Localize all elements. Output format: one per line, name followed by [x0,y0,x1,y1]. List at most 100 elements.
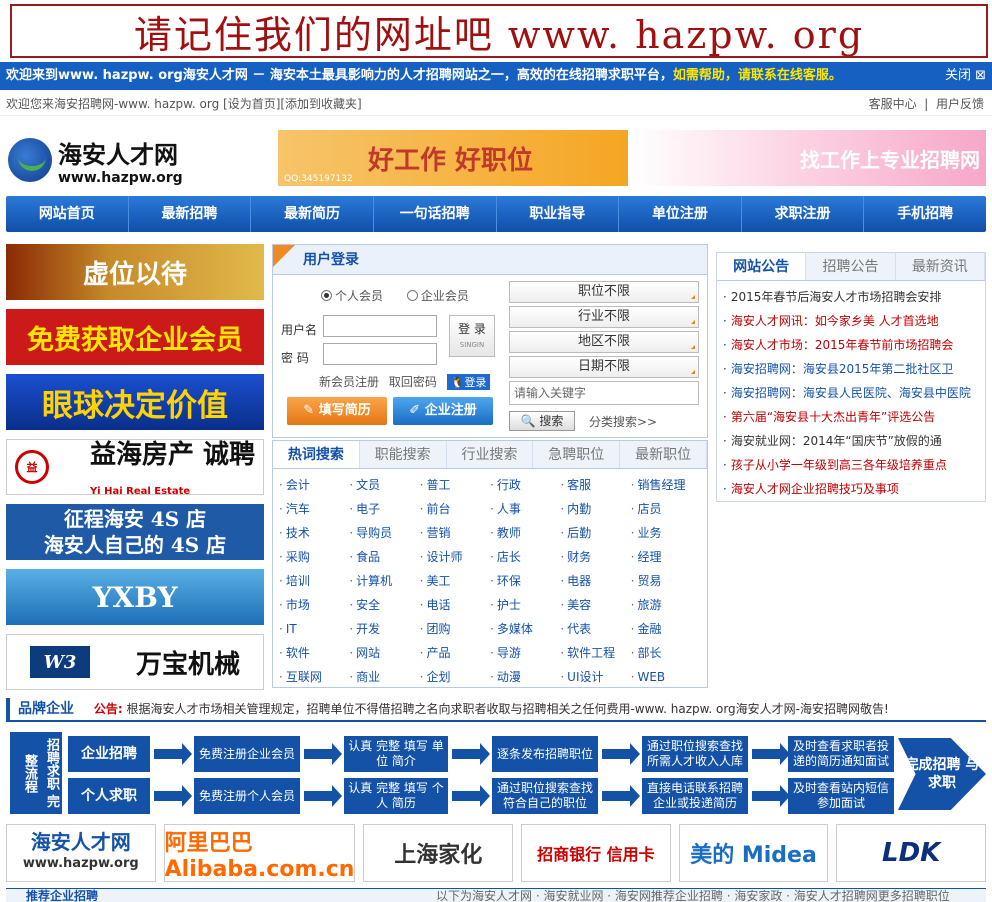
nav-item-seeker-reg[interactable]: 求职注册 [742,196,865,232]
keyword-input[interactable]: 请输入关键字 [509,381,699,405]
hotword-link[interactable]: 软件工程 [560,641,630,665]
hotword-link[interactable]: 设计师 [420,545,490,569]
hotword-link[interactable]: 软件 [279,641,349,665]
tab-latest-jobs[interactable]: 最新职位 [620,441,707,468]
nav-item-resumes[interactable]: 最新简历 [251,196,374,232]
ad-free-member[interactable]: 免费获取企业会员 [6,309,264,365]
hotword-link[interactable]: 计算机 [349,569,419,593]
notice-item[interactable]: 2015年春节后海安人才市场招聘会安排 [723,285,985,309]
hotword-link[interactable]: 店长 [490,545,560,569]
subbar-left[interactable]: 欢迎您来海安招聘网-www. hazpw. org [设为首页][添加到收藏夹] [6,97,362,111]
hotword-link[interactable]: 导游 [490,641,560,665]
hotword-link[interactable]: 金融 [631,617,701,641]
ad-4s[interactable]: 征程海安 4S 店 海安人自己的 4S 店 [6,504,264,560]
hotword-link[interactable]: 旅游 [631,593,701,617]
username-input[interactable] [323,315,437,337]
hotword-link[interactable]: 财务 [560,545,630,569]
qq-login-button[interactable]: 🐧登录 [446,374,491,390]
hotword-link[interactable]: 商业 [349,665,419,689]
notice-item[interactable]: 海安人才网企业招聘技巧及事项 [723,477,985,501]
tab-industry-search[interactable]: 行业搜索 [447,441,534,468]
ad-yxby[interactable]: YXBY [6,569,264,625]
logo-cmb[interactable]: 招商银行 信用卡 [521,824,671,882]
hotword-link[interactable]: 汽车 [279,497,349,521]
radio-company[interactable]: 企业会员 [406,289,479,303]
logo-ldk[interactable]: LDK [836,824,986,882]
password-input[interactable] [323,343,437,365]
search-button[interactable]: 🔍 搜索 [509,411,575,431]
hotword-link[interactable]: 销售经理 [631,473,701,497]
hotword-link[interactable]: 互联网 [279,665,349,689]
hotword-link[interactable]: 后勤 [560,521,630,545]
hotword-link[interactable]: 文员 [349,473,419,497]
ad-yihai[interactable]: 益 益海房产 诚聘 Yi Hai Real Estate [6,439,264,497]
notice-item[interactable]: 海安人才市场：2015年春节前市场招聘会 [723,333,985,357]
site-logo[interactable]: 海安人才网 www.hazpw.org [8,134,208,186]
recommend-links[interactable]: 以下为海安人才网 · 海安就业网 · 海安网推荐企业招聘 · 海安家政 · 海安… [436,889,950,902]
industry-select[interactable]: 行业不限 [509,306,699,328]
ad-wanbao[interactable]: W3 万宝机械 [6,634,264,690]
hotword-link[interactable]: 部长 [631,641,701,665]
logo-jahwa[interactable]: 上海家化 [363,824,514,882]
hotword-link[interactable]: 食品 [349,545,419,569]
hotword-link[interactable]: 内勤 [560,497,630,521]
hotword-link[interactable]: 采购 [279,545,349,569]
nav-item-guidance[interactable]: 职业指导 [497,196,620,232]
hotword-link[interactable]: 人事 [490,497,560,521]
tab-recruit-notice[interactable]: 招聘公告 [806,253,896,280]
notice-item[interactable]: 海安就业网：2014年“国庆节”放假的通 [723,429,985,453]
notice-item[interactable]: 海安人才网讯：如今家乡美 人才首选地 [723,309,985,333]
hotword-link[interactable]: 营销 [420,521,490,545]
date-select[interactable]: 日期不限 [509,356,699,378]
nav-item-oneline[interactable]: 一句话招聘 [374,196,497,232]
hotword-link[interactable]: 行政 [490,473,560,497]
login-button[interactable]: 登 录 SINGIN [449,315,495,357]
tab-hot-search[interactable]: 热词搜索 [273,441,360,468]
hotword-link[interactable]: 开发 [349,617,419,641]
position-select[interactable]: 职位不限 [509,281,699,303]
hotword-link[interactable]: 前台 [420,497,490,521]
hotword-link[interactable]: 电器 [560,569,630,593]
hotword-link[interactable]: 技术 [279,521,349,545]
hotword-link[interactable]: 导购员 [349,521,419,545]
hotword-link[interactable]: 美工 [420,569,490,593]
hotword-link[interactable]: 企划 [420,665,490,689]
tab-function-search[interactable]: 职能搜索 [360,441,447,468]
top-banner[interactable]: 请记住我们的网址吧 www. hazpw. org [10,4,988,58]
register-link[interactable]: 新会员注册 [319,375,379,389]
hotword-link[interactable]: 教师 [490,521,560,545]
hotword-link[interactable]: 电子 [349,497,419,521]
feedback-link[interactable]: 用户反馈 [936,97,984,111]
radio-person[interactable]: 个人会员 [321,289,393,303]
hotword-link[interactable]: 培训 [279,569,349,593]
hotword-link[interactable]: 贸易 [631,569,701,593]
top-ad-job[interactable]: 好工作 好职位 QQ:345197132 [278,130,628,186]
logo-alibaba[interactable]: 阿里巴巴 Alibaba.com.cn [163,824,356,882]
hotword-link[interactable]: 店员 [631,497,701,521]
hotword-link[interactable]: 安全 [349,593,419,617]
logo-hazpw[interactable]: 海安人才网 www.hazpw.org [6,824,156,882]
hotword-link[interactable]: 代表 [560,617,630,641]
hotword-link[interactable]: 产品 [420,641,490,665]
category-search-link[interactable]: 分类搜索>> [589,413,657,430]
notice-item[interactable]: 第六届“海安县十大杰出青年”评选公告 [723,405,985,429]
help-text[interactable]: 如需帮助，请联系在线客服。 [673,68,842,83]
service-center-link[interactable]: 客服中心 [869,97,917,111]
hotword-link[interactable]: 多媒体 [490,617,560,641]
notice-item[interactable]: 海安招聘网：海安县人民医院、海安县中医院 [723,381,985,405]
tab-urgent-jobs[interactable]: 急聘职位 [533,441,621,468]
nav-item-mobile[interactable]: 手机招聘 [864,196,986,232]
nav-item-jobs[interactable]: 最新招聘 [129,196,252,232]
ad-vacancy[interactable]: 虚位以待 [6,244,264,300]
hotword-link[interactable]: IT [279,617,349,641]
hotword-link[interactable]: UI设计 [560,665,630,689]
hotword-link[interactable]: 护士 [490,593,560,617]
area-select[interactable]: 地区不限 [509,331,699,353]
fill-resume-button[interactable]: ✎ 填写简历 [287,397,387,425]
logo-midea[interactable]: 美的 Midea [678,824,829,882]
hotword-link[interactable]: 电话 [420,593,490,617]
hotword-link[interactable]: 经理 [631,545,701,569]
forgot-link[interactable]: 取回密码 [389,375,437,389]
hotword-link[interactable]: 动漫 [490,665,560,689]
hotword-link[interactable]: WEB [631,665,701,689]
